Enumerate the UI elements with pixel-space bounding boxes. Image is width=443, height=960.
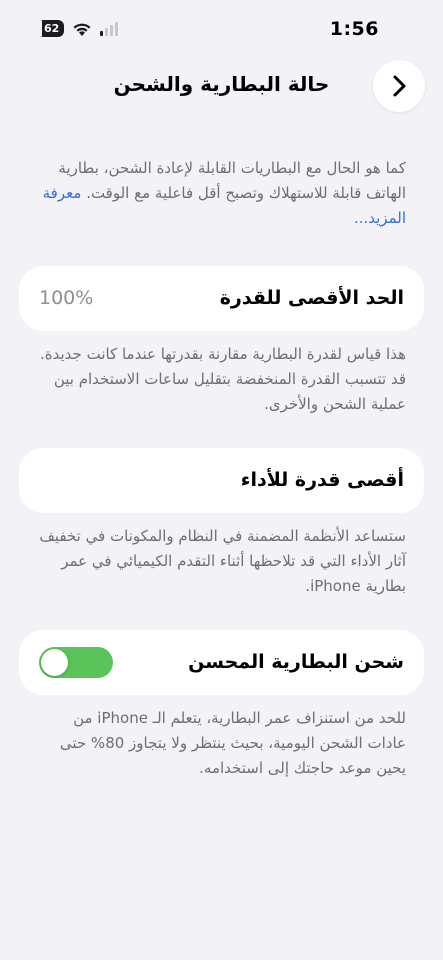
optimized-charging-footer: للحد من استنزاف عمر البطارية، يتعلم الـ … xyxy=(59,709,406,777)
maximum-capacity-label: الحد الأقصى للقدرة xyxy=(219,287,404,309)
wifi-icon xyxy=(73,23,91,36)
peak-performance-row[interactable]: أقصى قدرة للأداء xyxy=(19,448,424,513)
signal-bar-3 xyxy=(110,24,114,36)
peak-performance-label: أقصى قدرة للأداء xyxy=(240,469,404,491)
maximum-capacity-footer: هذا قياس لقدرة البطارية مقارنة بقدرتها ع… xyxy=(40,345,406,413)
signal-bar-1 xyxy=(100,30,104,36)
battery-icon: 62 xyxy=(38,20,65,37)
optimized-charging-toggle[interactable] xyxy=(39,647,113,678)
navigation-bar: حالة البطارية والشحن xyxy=(0,58,443,114)
status-bar: 62 1:56 xyxy=(0,0,443,60)
status-time: 1:56 xyxy=(329,18,379,40)
chevron-icon xyxy=(393,75,406,97)
optimized-charging-row: شحن البطارية المحسن xyxy=(19,630,424,695)
battery-level: 62 xyxy=(44,22,60,35)
signal-bar-4 xyxy=(115,21,119,36)
cellular-signal-icon xyxy=(100,21,119,36)
toggle-knob[interactable] xyxy=(41,649,68,676)
intro-text: كما هو الحال مع البطاريات القابلة لإعادة… xyxy=(58,159,406,202)
back-button[interactable] xyxy=(373,60,425,112)
optimized-charging-label: شحن البطارية المحسن xyxy=(188,651,404,673)
signal-bar-2 xyxy=(105,27,109,36)
status-icons: 62 xyxy=(38,20,119,37)
maximum-capacity-row: الحد الأقصى للقدرة 100% xyxy=(19,266,424,331)
peak-performance-footer: ستساعد الأنظمة المضمنة في النظام والمكون… xyxy=(39,527,406,595)
maximum-capacity-value: 100% xyxy=(39,287,94,309)
intro-text-block: كما هو الحال مع البطاريات القابلة لإعادة… xyxy=(36,156,406,231)
